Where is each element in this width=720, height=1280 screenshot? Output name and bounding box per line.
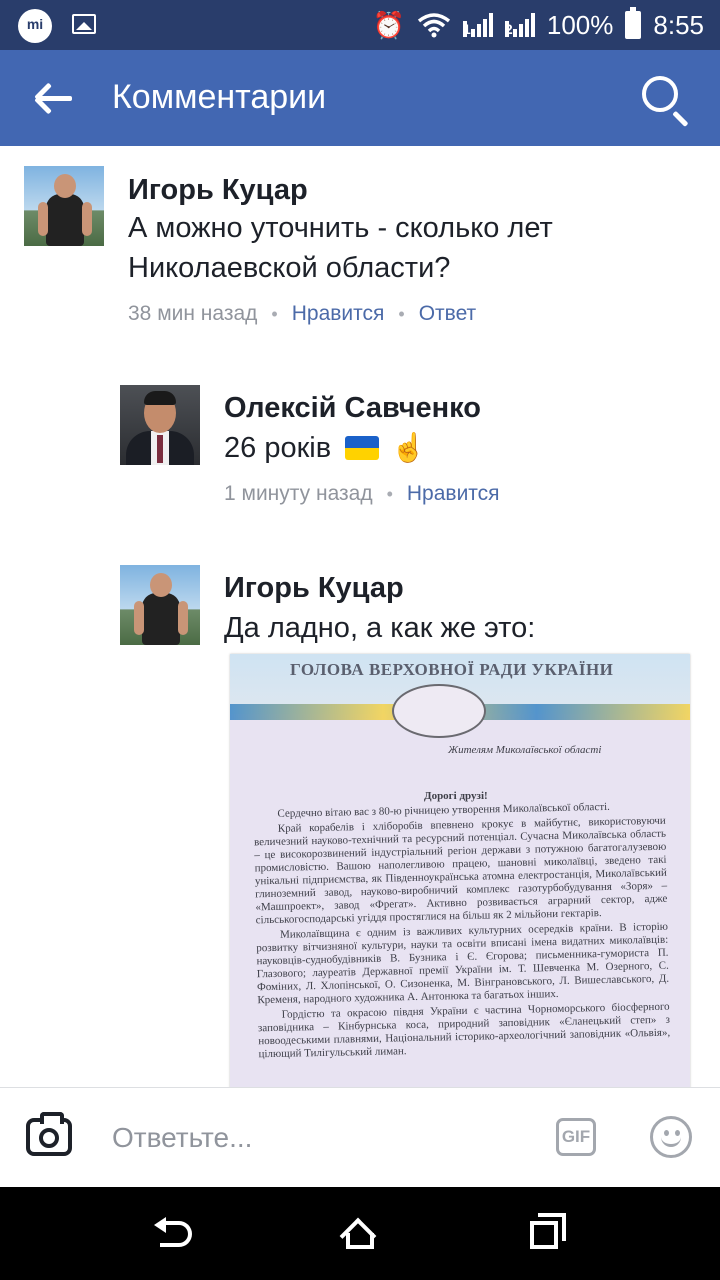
document-paragraph: Миколаївщина є одним із важливих культур… xyxy=(256,920,670,1007)
alarm-icon: ⏰ xyxy=(372,10,405,40)
app-bar: Комментарии xyxy=(0,50,720,146)
battery-icon xyxy=(625,7,642,39)
comment-body: 26 років ☝ xyxy=(224,428,426,468)
document-addressee: Жителям Миколаївської області xyxy=(448,744,602,756)
gif-button[interactable]: GIF xyxy=(556,1118,596,1156)
reply-link[interactable]: Ответ xyxy=(419,302,476,326)
attached-photo[interactable]: ГОЛОВА ВЕРХОВНОЇ РАДИ УКРАЇНИ Жителям Ми… xyxy=(230,654,690,1087)
avatar[interactable] xyxy=(120,385,200,465)
page-title: Комментарии xyxy=(112,78,327,116)
document-body: Сердечно вітаю вас з 80-ю річницею утвор… xyxy=(253,800,670,1064)
separator-dot: • xyxy=(271,303,278,324)
gallery-icon xyxy=(72,14,96,34)
search-icon[interactable] xyxy=(640,74,690,127)
document-paragraph: Гордістю та окрасою півдня України є час… xyxy=(257,1000,671,1061)
clock: 8:55 xyxy=(653,9,704,40)
ukraine-flag-icon xyxy=(345,436,380,460)
home-icon[interactable] xyxy=(339,1215,378,1255)
like-link[interactable]: Нравится xyxy=(407,482,500,506)
reply-composer: GIF xyxy=(0,1087,720,1187)
avatar[interactable] xyxy=(120,565,200,645)
avatar[interactable] xyxy=(24,166,104,246)
arrow-left-icon[interactable] xyxy=(30,78,78,118)
separator-dot: • xyxy=(398,303,405,324)
wifi-icon xyxy=(417,13,450,38)
battery-percent: 100% xyxy=(546,9,614,40)
status-indicators: ⏰ 1 2 100% 8:55 xyxy=(373,0,704,50)
system-nav-bar xyxy=(0,1187,720,1280)
pointing-up-icon: ☝ xyxy=(391,432,427,463)
comment-text: 26 років xyxy=(224,432,332,464)
comment-meta: 1 минуту назад • Нравится xyxy=(224,482,500,506)
comment-text: Да ладно, а как же это: xyxy=(224,612,536,644)
signal-2-icon: 2 xyxy=(504,13,535,37)
separator-dot: • xyxy=(386,483,393,504)
comments-list[interactable]: Игорь Куцар А можно уточнить - сколько л… xyxy=(0,146,720,1087)
document-paragraph: Край корабелів і хліборобів впевнено кро… xyxy=(253,814,668,927)
recents-icon[interactable] xyxy=(528,1213,568,1253)
comment-meta: 38 мин назад • Нравится • Ответ xyxy=(128,302,476,326)
reply-input[interactable] xyxy=(112,1118,532,1158)
camera-icon[interactable] xyxy=(26,1112,72,1156)
smiley-icon[interactable] xyxy=(650,1116,692,1158)
comment-author[interactable]: Олексій Савченко xyxy=(224,392,481,425)
document-greeting: Дорогі друзі! xyxy=(424,790,488,802)
mi-icon xyxy=(18,9,52,43)
comment-time: 1 минуту назад xyxy=(224,482,373,505)
signal-1-icon: 1 xyxy=(462,13,493,37)
comment-author[interactable]: Игорь Куцар xyxy=(224,572,404,605)
like-link[interactable]: Нравится xyxy=(292,302,385,326)
parliament-emblem-icon xyxy=(392,684,486,738)
comment-time: 38 мин назад xyxy=(128,302,258,325)
comment-author[interactable]: Игорь Куцар xyxy=(128,174,308,207)
status-bar: ⏰ 1 2 100% 8:55 xyxy=(0,0,720,50)
back-nav-icon[interactable] xyxy=(154,1215,196,1251)
document-heading: ГОЛОВА ВЕРХОВНОЇ РАДИ УКРАЇНИ xyxy=(290,660,614,679)
comment-text: А можно уточнить - сколько лет Николаевс… xyxy=(128,212,553,284)
